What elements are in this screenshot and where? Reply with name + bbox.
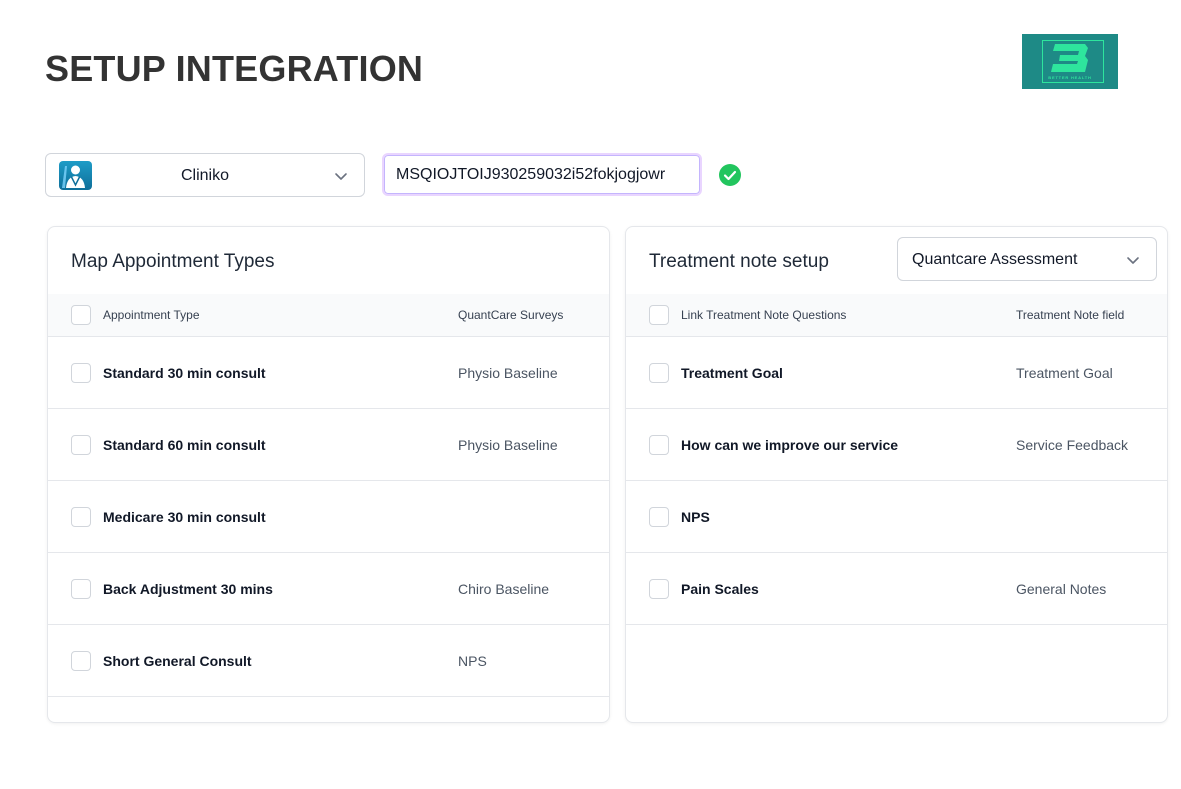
integration-select[interactable]: Cliniko — [45, 153, 365, 197]
table-row: NPS — [626, 481, 1167, 553]
treatment-field: General Notes — [1016, 581, 1107, 597]
treatment-question: NPS — [681, 509, 710, 525]
table-row: Short General Consult NPS — [48, 625, 609, 697]
table-row: Back Adjustment 30 mins Chiro Baseline — [48, 553, 609, 625]
treatment-template-label: Quantcare Assessment — [912, 251, 1078, 268]
api-key-input[interactable] — [382, 153, 702, 196]
treatment-question: Treatment Goal — [681, 365, 783, 381]
treatment-field: Service Feedback — [1016, 437, 1129, 453]
row-checkbox[interactable] — [71, 579, 91, 599]
table-row: Treatment Goal Treatment Goal — [626, 337, 1167, 409]
row-checkbox[interactable] — [649, 435, 669, 455]
survey-name: Physio Baseline — [458, 437, 558, 453]
row-checkbox[interactable] — [71, 435, 91, 455]
chevron-down-icon — [335, 173, 347, 180]
appointment-table-header: Appointment Type QuantCare Surveys — [48, 294, 609, 337]
logo-tagline: BETTER HEALTH — [1048, 75, 1092, 80]
header-appointment-type: Appointment Type — [103, 308, 200, 322]
treatment-note-card: Treatment note setup Quantcare Assessmen… — [625, 226, 1168, 723]
appointment-types-title: Map Appointment Types — [71, 251, 275, 272]
survey-name: NPS — [458, 653, 487, 669]
survey-name: Physio Baseline — [458, 365, 558, 381]
select-all-checkbox[interactable] — [649, 305, 669, 325]
table-row: Pain Scales General Notes — [626, 553, 1167, 625]
integration-select-label: Cliniko — [180, 167, 229, 184]
treatment-field: Treatment Goal — [1016, 365, 1113, 381]
row-checkbox[interactable] — [71, 651, 91, 671]
appointment-type: Standard 60 min consult — [103, 437, 266, 453]
treatment-template-select[interactable]: Quantcare Assessment — [897, 237, 1157, 281]
better-health-logo: BETTER HEALTH — [1022, 34, 1118, 89]
logo-b-mark — [1051, 44, 1088, 72]
table-row: Medicare 30 min consult — [48, 481, 609, 553]
check-circle-icon — [719, 164, 741, 186]
treatment-table-header: Link Treatment Note Questions Treatment … — [626, 294, 1167, 337]
appointment-type: Short General Consult — [103, 653, 252, 669]
header-treatment-note-field: Treatment Note field — [1016, 308, 1125, 322]
table-row: How can we improve our service Service F… — [626, 409, 1167, 481]
treatment-question: Pain Scales — [681, 581, 759, 597]
chevron-down-icon — [1127, 257, 1139, 264]
survey-name: Chiro Baseline — [458, 581, 550, 597]
appointment-type: Medicare 30 min consult — [103, 509, 266, 525]
row-checkbox[interactable] — [649, 363, 669, 383]
table-row: Standard 30 min consult Physio Baseline — [48, 337, 609, 409]
page-title: SETUP INTEGRATION — [45, 48, 424, 89]
appointment-type: Back Adjustment 30 mins — [103, 581, 273, 597]
header-quantcare-surveys: QuantCare Surveys — [458, 308, 564, 322]
row-checkbox[interactable] — [649, 507, 669, 527]
appointment-types-card: Map Appointment Types Appointment Type Q… — [47, 226, 610, 723]
appointment-type: Standard 30 min consult — [103, 365, 266, 381]
row-checkbox[interactable] — [71, 363, 91, 383]
treatment-note-title: Treatment note setup — [649, 251, 829, 272]
header-link-questions: Link Treatment Note Questions — [681, 308, 847, 322]
treatment-question: How can we improve our service — [681, 437, 899, 453]
row-checkbox[interactable] — [71, 507, 91, 527]
row-checkbox[interactable] — [649, 579, 669, 599]
select-all-checkbox[interactable] — [71, 305, 91, 325]
table-row: Standard 60 min consult Physio Baseline — [48, 409, 609, 481]
